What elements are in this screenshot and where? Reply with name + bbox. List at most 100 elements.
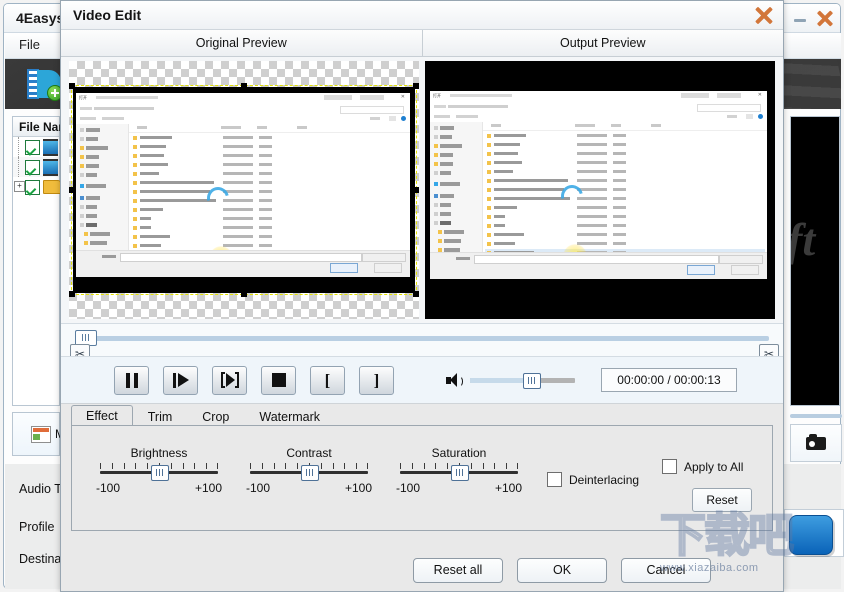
tab-crop-label: Crop	[202, 410, 229, 424]
original-preview-label: Original Preview	[61, 30, 422, 56]
volume-slider[interactable]	[470, 378, 575, 383]
merge-panel[interactable]: M	[12, 412, 60, 456]
brightness-min-label: -100	[96, 481, 120, 495]
table-row[interactable]	[13, 137, 59, 157]
main-window-buttons	[792, 8, 834, 28]
pause-icon	[126, 373, 138, 388]
apply-to-all-label: Apply to All	[684, 460, 743, 474]
contrast-thumb[interactable]	[301, 465, 319, 481]
contrast-slider[interactable]	[250, 471, 368, 474]
app-logo-icon	[27, 69, 61, 99]
reset-all-button[interactable]: Reset all	[413, 558, 503, 583]
volume-control	[446, 373, 575, 388]
close-icon[interactable]	[753, 5, 775, 26]
contrast-label: Contrast	[244, 446, 374, 460]
contrast-max-label: +100	[345, 481, 372, 495]
video-file-icon	[43, 139, 58, 156]
saturation-thumb[interactable]	[451, 465, 469, 481]
brightness-max-label: +100	[195, 481, 222, 495]
apply-to-all-checkbox[interactable]	[662, 459, 677, 474]
output-preview-label: Output Preview	[422, 30, 784, 56]
mini-column-headers	[483, 122, 767, 131]
saturation-slider[interactable]	[400, 471, 518, 474]
row-checkbox[interactable]	[25, 140, 40, 155]
tab-trim[interactable]: Trim	[133, 406, 188, 427]
brightness-label: Brightness	[94, 446, 224, 460]
stop-icon	[272, 373, 286, 387]
snapshot-button[interactable]	[790, 424, 842, 462]
brightness-slider[interactable]	[100, 471, 218, 474]
preview-headers: Original Preview Output Preview	[61, 30, 783, 57]
volume-thumb[interactable]	[523, 373, 541, 389]
time-display: 00:00:00 / 00:00:13	[601, 368, 737, 392]
folder-icon	[43, 180, 61, 194]
tree-line	[18, 137, 20, 157]
transport-button-group: [ ]	[114, 366, 394, 395]
convert-button-glyph	[789, 515, 833, 555]
preview-overlay-text: ft	[790, 213, 815, 266]
saturation-max-label: +100	[495, 481, 522, 495]
merge-icon	[31, 426, 51, 443]
saturation-min-label: -100	[396, 481, 420, 495]
pause-button[interactable]	[114, 366, 149, 395]
setting-label-profile: Profile	[19, 520, 54, 534]
brightness-slider-group: Brightness -100 +100	[94, 446, 224, 495]
row-checkbox[interactable]	[25, 180, 40, 195]
deinterlacing-checkbox[interactable]	[547, 472, 562, 487]
main-seek-bar[interactable]	[790, 414, 842, 418]
tab-effect[interactable]: Effect	[71, 405, 133, 427]
dialog-footer: Reset all OK Cancel	[61, 549, 783, 591]
timeline[interactable]: ✂ ✂	[61, 323, 783, 356]
convert-button[interactable]	[784, 509, 844, 557]
original-preview-canvas[interactable]: 打开 ✕	[69, 61, 419, 319]
apply-to-all-row[interactable]: Apply to All	[662, 459, 743, 474]
mini-file-list	[483, 122, 767, 253]
tree-line	[18, 157, 20, 177]
mini-navigation-pane	[430, 122, 483, 253]
tab-watermark[interactable]: Watermark	[244, 406, 335, 427]
effect-panel: Brightness -100 +100 Contrast -100 +100	[71, 426, 773, 531]
minimize-icon[interactable]	[792, 10, 808, 26]
reset-button[interactable]: Reset	[692, 488, 752, 512]
bracket-right-icon: ]	[374, 372, 380, 389]
table-row[interactable]	[13, 157, 59, 177]
video-file-icon	[43, 159, 58, 176]
mark-in-button[interactable]: [	[310, 366, 345, 395]
speaker-icon[interactable]	[446, 373, 462, 388]
camera-icon	[806, 437, 826, 450]
contrast-min-label: -100	[246, 481, 270, 495]
saturation-slider-group: Saturation -100 +100	[394, 446, 524, 495]
stop-button[interactable]	[261, 366, 296, 395]
tab-watermark-label: Watermark	[259, 410, 320, 424]
output-preview-canvas[interactable]: 打开 ✕	[425, 61, 775, 319]
frame-forward-button[interactable]	[212, 366, 247, 395]
play-step-button[interactable]	[163, 366, 198, 395]
contrast-slider-group: Contrast -100 +100	[244, 446, 374, 495]
transport-controls: [ ] 00:00:00 / 00:00:13	[61, 356, 783, 403]
ok-button[interactable]: OK	[517, 558, 607, 583]
video-edit-dialog: Video Edit Original Preview Output Previ…	[60, 0, 784, 592]
menu-item-file[interactable]: File	[19, 37, 40, 52]
frame-forward-icon	[221, 372, 239, 388]
file-list-header: File Name	[13, 117, 59, 137]
expand-toggle-icon[interactable]: +	[14, 181, 25, 192]
bracket-left-icon: [	[325, 372, 331, 389]
recorded-explorer-window: 打开 ✕	[430, 91, 767, 279]
cancel-button[interactable]: Cancel	[621, 558, 711, 583]
table-row[interactable]: +	[13, 177, 59, 197]
editor-tabs: Effect Trim Crop Watermark	[61, 403, 783, 426]
brightness-thumb[interactable]	[151, 465, 169, 481]
close-icon[interactable]	[814, 8, 834, 28]
play-step-icon	[173, 373, 189, 388]
tab-crop[interactable]: Crop	[187, 406, 244, 427]
output-video-frame: 打开 ✕	[425, 85, 775, 295]
deinterlacing-label: Deinterlacing	[569, 473, 639, 487]
mini-title-text: 打开	[433, 93, 441, 99]
mini-dialog-footer	[430, 252, 767, 279]
main-app-title: 4Easys	[16, 10, 64, 26]
deinterlacing-row[interactable]: Deinterlacing	[547, 472, 639, 487]
crop-selection-frame[interactable]	[71, 85, 417, 295]
mark-out-button[interactable]: ]	[359, 366, 394, 395]
timeline-track[interactable]	[77, 336, 769, 341]
row-checkbox[interactable]	[25, 160, 40, 175]
